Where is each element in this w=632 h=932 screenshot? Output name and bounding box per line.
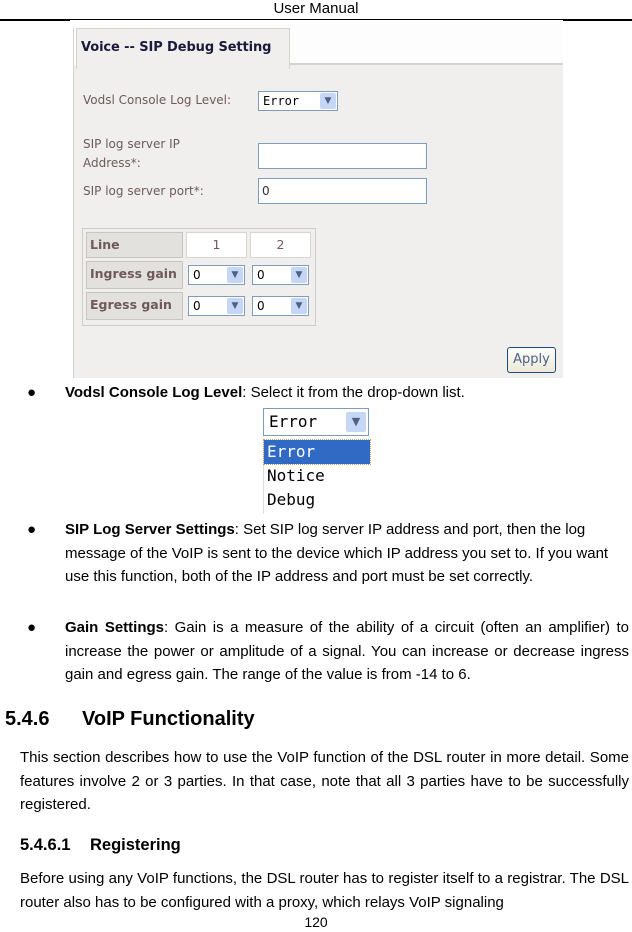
ingress-gain-line1-select[interactable]: 0 ▼ — [188, 265, 245, 285]
dropdown-option-debug[interactable]: Debug — [264, 488, 370, 512]
chevron-down-icon: ▼ — [291, 298, 307, 314]
subsection-heading: 5.4.6.1 Registering — [20, 836, 181, 854]
line-header: Line — [86, 232, 183, 258]
log-level-dropdown[interactable]: Error ▼ — [263, 408, 369, 436]
section-body: This section describes how to use the Vo… — [20, 749, 629, 813]
subsection-body: Before using any VoIP functions, the DSL… — [20, 870, 629, 911]
egress-gain-line2-select[interactable]: 0 ▼ — [252, 296, 309, 316]
ingress-gain-label: Ingress gain — [86, 261, 183, 289]
ip-address-label-line1: SIP log server IP — [83, 137, 180, 151]
chevron-down-icon: ▼ — [227, 298, 243, 314]
bullet-gain-settings: Gain Settings: Gain is a measure of the … — [65, 619, 629, 683]
dropdown-option-error[interactable]: Error — [263, 439, 371, 465]
log-level-dropdown-illustration: Error ▼ Error Notice Debug — [263, 408, 371, 514]
sip-debug-screenshot: Voice -- SIP Debug Setting Vodsl Console… — [73, 23, 563, 378]
bullet-icon: ● — [27, 521, 37, 538]
console-log-level-label: Vodsl Console Log Level: — [83, 93, 232, 107]
port-label: SIP log server port*: — [83, 184, 204, 198]
bullet-icon: ● — [27, 619, 37, 636]
apply-button[interactable]: Apply — [507, 347, 556, 373]
tab-sip-debug-setting[interactable]: Voice -- SIP Debug Setting — [76, 28, 290, 69]
line-number: 1 — [186, 232, 247, 258]
egress-gain-label: Egress gain — [86, 292, 183, 320]
dropdown-option-notice[interactable]: Notice — [264, 464, 370, 488]
bullet-sip-log-server: SIP Log Server Settings: Set SIP log ser… — [65, 521, 609, 585]
port-input[interactable]: 0 — [258, 178, 427, 204]
ip-address-label-line2: Address*: — [83, 156, 141, 170]
chevron-down-icon: ▼ — [320, 93, 336, 109]
chevron-down-icon: ▼ — [291, 267, 307, 283]
header-rule — [563, 19, 632, 21]
console-log-level-select[interactable]: Error ▼ — [258, 91, 338, 111]
tab-title: Voice -- SIP Debug Setting — [81, 40, 272, 55]
ip-address-input[interactable] — [258, 143, 427, 169]
chevron-down-icon: ▼ — [346, 412, 366, 432]
line-number: 2 — [250, 232, 311, 258]
dropdown-options: Error Notice Debug — [263, 439, 371, 514]
bullet-icon: ● — [27, 384, 37, 401]
header-rule — [70, 19, 565, 20]
bullet-console-log-level: Vodsl Console Log Level: Select it from … — [65, 384, 465, 401]
chevron-down-icon: ▼ — [227, 267, 243, 283]
egress-gain-line1-select[interactable]: 0 ▼ — [188, 296, 245, 316]
section-heading: 5.4.6 VoIP Functionality — [5, 708, 255, 730]
ingress-gain-line2-select[interactable]: 0 ▼ — [252, 265, 309, 285]
header-rule — [0, 19, 70, 21]
header-title: User Manual — [273, 0, 359, 17]
gain-table: Line 1 2 Ingress gain 0 ▼ 0 ▼ Egress gai… — [82, 228, 316, 326]
page-number: 120 — [304, 914, 328, 930]
